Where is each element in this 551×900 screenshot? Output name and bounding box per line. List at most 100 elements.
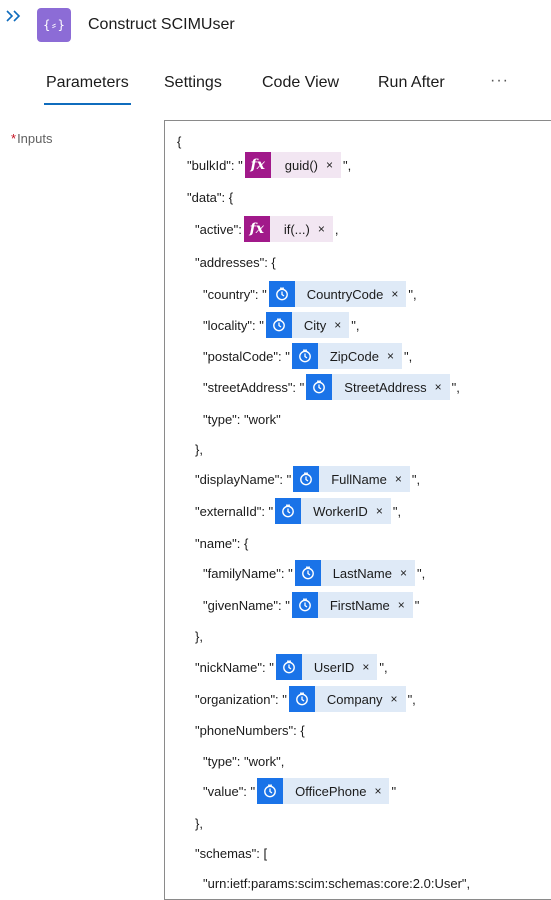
remove-token-icon[interactable]: × bbox=[376, 504, 383, 518]
tab-settings[interactable]: Settings bbox=[164, 74, 222, 92]
code-line: "externalId": " WorkerID × ", bbox=[195, 497, 401, 525]
dynamic-content-token[interactable]: UserID × bbox=[275, 654, 378, 680]
code-text: "nickName": " bbox=[195, 659, 274, 675]
token-label: FullName bbox=[331, 471, 387, 487]
trigger-clock-icon bbox=[275, 498, 302, 524]
tab-run-after[interactable]: Run After bbox=[378, 74, 445, 92]
code-text: "phoneNumbers": { bbox=[195, 722, 305, 738]
code-line: "type": "work", bbox=[203, 747, 284, 775]
required-marker: * bbox=[11, 131, 17, 146]
token-label: StreetAddress bbox=[344, 379, 427, 395]
code-line: "displayName": " FullName × ", bbox=[195, 465, 420, 493]
token-label: UserID bbox=[313, 659, 355, 675]
code-text: "value": " bbox=[203, 783, 256, 799]
code-text: , bbox=[334, 221, 339, 237]
expand-chevrons-icon[interactable] bbox=[5, 8, 23, 24]
trigger-clock-icon bbox=[293, 466, 320, 492]
dynamic-content-token[interactable]: CountryCode × bbox=[268, 281, 407, 307]
code-text: "postalCode": " bbox=[203, 348, 290, 364]
code-text: " bbox=[391, 783, 397, 799]
code-text: ", bbox=[404, 348, 413, 364]
dynamic-content-token[interactable]: OfficePhone × bbox=[257, 778, 390, 804]
code-text: "displayName": " bbox=[195, 471, 292, 487]
fx-icon: fx bbox=[243, 216, 270, 242]
trigger-clock-icon bbox=[275, 654, 302, 680]
trigger-clock-icon bbox=[306, 374, 333, 400]
trigger-clock-icon bbox=[268, 281, 295, 307]
function-token[interactable]: fx guid() × bbox=[244, 152, 342, 178]
code-line: { bbox=[177, 127, 181, 155]
remove-token-icon[interactable]: × bbox=[395, 472, 402, 486]
code-text: { bbox=[177, 133, 182, 149]
remove-token-icon[interactable]: × bbox=[362, 660, 369, 674]
code-line: }, bbox=[195, 622, 203, 650]
dynamic-content-token[interactable]: Company × bbox=[288, 686, 406, 712]
code-line: "familyName": " LastName × ", bbox=[203, 559, 425, 587]
tab-code-view[interactable]: Code View bbox=[262, 74, 339, 92]
code-text: " bbox=[414, 597, 420, 613]
active-tab-indicator bbox=[44, 103, 131, 105]
inputs-label-text: Inputs bbox=[17, 131, 53, 146]
dynamic-content-token[interactable]: FullName × bbox=[293, 466, 410, 492]
inputs-editor[interactable]: { "bulkId": " fx guid() × ", "data": { "… bbox=[164, 120, 551, 900]
tab-label: Settings bbox=[164, 74, 222, 91]
dynamic-content-token[interactable]: StreetAddress × bbox=[306, 374, 450, 400]
trigger-clock-icon bbox=[291, 592, 318, 618]
code-line: "bulkId": " fx guid() × ", bbox=[187, 151, 351, 179]
code-line: "urn:ietf:params:scim:schemas:core:2.0:U… bbox=[203, 869, 470, 897]
code-text: ", bbox=[379, 659, 388, 675]
more-options-icon[interactable]: ··· bbox=[490, 72, 509, 90]
remove-token-icon[interactable]: × bbox=[318, 222, 325, 236]
remove-token-icon[interactable]: × bbox=[435, 380, 442, 394]
token-label: OfficePhone bbox=[295, 783, 367, 799]
remove-token-icon[interactable]: × bbox=[374, 784, 381, 798]
action-title[interactable]: Construct SCIMUser bbox=[88, 16, 235, 34]
remove-token-icon[interactable]: × bbox=[387, 349, 394, 363]
code-text: "active": bbox=[195, 221, 242, 237]
code-text: "bulkId": " bbox=[187, 157, 243, 173]
remove-token-icon[interactable]: × bbox=[334, 318, 341, 332]
fx-icon: fx bbox=[244, 152, 271, 178]
dynamic-content-token[interactable]: ZipCode × bbox=[291, 343, 402, 369]
dynamic-content-token[interactable]: LastName × bbox=[294, 560, 415, 586]
tab-parameters[interactable]: Parameters bbox=[44, 74, 131, 105]
code-text: "addresses": { bbox=[195, 254, 276, 270]
code-text: "urn:ietf:params:scim:schemas:core:2.0:U… bbox=[203, 875, 471, 891]
tab-label: Code View bbox=[262, 74, 340, 91]
token-label: ZipCode bbox=[329, 348, 379, 364]
code-text: }, bbox=[195, 441, 203, 457]
code-line: "locality": " City × ", bbox=[203, 311, 359, 339]
trigger-clock-icon bbox=[265, 312, 292, 338]
code-line: "schemas": [ bbox=[195, 839, 267, 867]
trigger-clock-icon bbox=[291, 343, 318, 369]
code-line: "organization": " Company × ", bbox=[195, 685, 416, 713]
code-line: "givenName": " FirstName × " bbox=[203, 591, 419, 619]
code-text: "data": { bbox=[187, 189, 234, 205]
token-label: if(...) bbox=[283, 221, 310, 237]
code-text: "locality": " bbox=[203, 317, 264, 333]
dynamic-content-token[interactable]: City × bbox=[265, 312, 350, 338]
remove-token-icon[interactable]: × bbox=[326, 158, 333, 172]
code-line: "postalCode": " ZipCode × ", bbox=[203, 342, 412, 370]
tab-label: Run After bbox=[378, 74, 445, 91]
code-text: "country": " bbox=[203, 286, 267, 302]
remove-token-icon[interactable]: × bbox=[391, 692, 398, 706]
dynamic-content-token[interactable]: WorkerID × bbox=[275, 498, 391, 524]
code-line: "streetAddress": " StreetAddress × ", bbox=[203, 373, 460, 401]
remove-token-icon[interactable]: × bbox=[400, 566, 407, 580]
remove-token-icon[interactable]: × bbox=[398, 598, 405, 612]
token-label: guid() bbox=[284, 157, 319, 173]
code-line: "value": " OfficePhone × " bbox=[203, 777, 396, 805]
code-line: "data": { bbox=[187, 183, 233, 211]
code-line: "addresses": { bbox=[195, 248, 276, 276]
code-text: "externalId": " bbox=[195, 503, 274, 519]
function-token[interactable]: fx if(...) × bbox=[243, 216, 333, 242]
code-text: ", bbox=[392, 503, 402, 519]
remove-token-icon[interactable]: × bbox=[391, 287, 398, 301]
code-text: }, bbox=[195, 815, 203, 831]
dynamic-content-token[interactable]: FirstName × bbox=[291, 592, 413, 618]
trigger-clock-icon bbox=[257, 778, 284, 804]
code-line: "phoneNumbers": { bbox=[195, 716, 305, 744]
tab-label: Parameters bbox=[46, 74, 129, 91]
token-label: FirstName bbox=[329, 597, 390, 613]
